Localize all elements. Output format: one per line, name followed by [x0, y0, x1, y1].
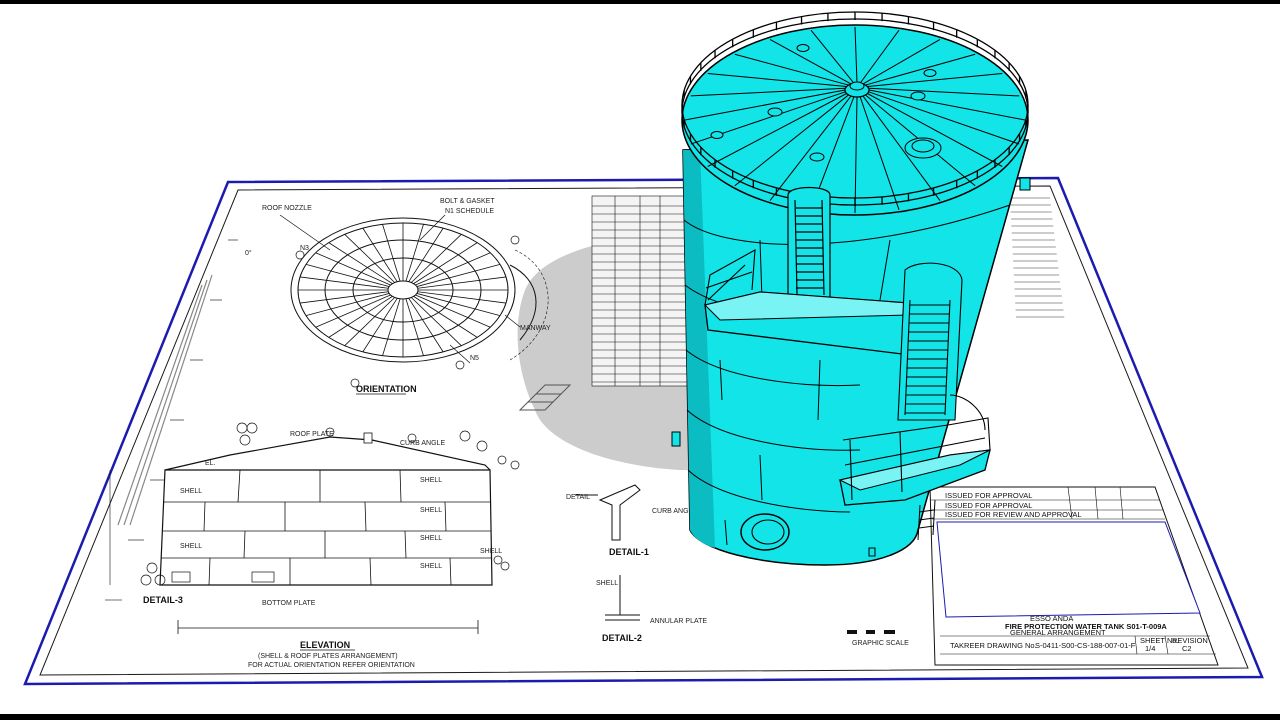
svg-text:BOLT & GASKET: BOLT & GASKET [440, 198, 495, 205]
svg-text:SHELL: SHELL [180, 543, 202, 550]
svg-text:SHELL: SHELL [420, 477, 442, 484]
svg-text:SHELL: SHELL [480, 548, 502, 555]
svg-text:EL.: EL. [205, 460, 216, 467]
svg-text:ANNULAR PLATE: ANNULAR PLATE [650, 618, 707, 625]
side-cage-ladder [897, 262, 963, 421]
drain-nozzle [868, 547, 876, 557]
svg-text:MANWAY: MANWAY [520, 325, 551, 332]
drawing-title-2: GENERAL ARRANGEMENT [1010, 628, 1106, 637]
svg-text:N5: N5 [470, 355, 479, 362]
svg-text:ROOF NOZZLE: ROOF NOZZLE [262, 205, 312, 212]
svg-text:CURB ANGLE: CURB ANGLE [400, 440, 445, 447]
orientation-label: ORIENTATION [356, 384, 417, 394]
sheet-value: 1/4 [1145, 644, 1155, 653]
revision-value: C2 [1182, 644, 1192, 653]
svg-text:SHELL: SHELL [180, 488, 202, 495]
shell-manway [740, 513, 790, 551]
svg-text:SHELL: SHELL [596, 580, 618, 587]
svg-text:BOTTOM PLATE: BOTTOM PLATE [262, 600, 316, 607]
svg-text:N1 SCHEDULE: N1 SCHEDULE [445, 208, 494, 215]
svg-text:DETAIL: DETAIL [566, 494, 590, 501]
rev-row-3: ISSUED FOR REVIEW AND APPROVAL [945, 510, 1082, 519]
graphic-scale-label: GRAPHIC SCALE [852, 640, 909, 647]
drawing-no: S-0411-S00-CS-188-007-01-F [1035, 641, 1136, 650]
engineering-drawing-scene: ROOF NOZZLE BOLT & GASKET N1 SCHEDULE 0°… [0, 0, 1280, 720]
detail-2-label: DETAIL-2 [602, 633, 642, 643]
drawing-no-label: TAKREER DRAWING No. [950, 641, 1037, 650]
svg-text:0°: 0° [245, 249, 252, 257]
nozzle-schedule-table [591, 195, 688, 387]
svg-text:ROOF PLATE: ROOF PLATE [290, 431, 334, 438]
svg-text:SHELL: SHELL [420, 507, 442, 514]
elevation-note-1: (SHELL & ROOF PLATES ARRANGEMENT) [258, 653, 398, 660]
rev-row-2: ISSUED FOR APPROVAL [945, 501, 1032, 510]
bottom-border-bar [0, 714, 1280, 720]
svg-text:SHELL: SHELL [420, 563, 442, 570]
elevation-label: ELEVATION [300, 640, 350, 650]
svg-text:SHELL: SHELL [420, 535, 442, 542]
cage-ladder [787, 186, 831, 301]
rev-row-1: ISSUED FOR APPROVAL [945, 491, 1032, 500]
top-border-bar [0, 0, 1280, 4]
detail-1-label: DETAIL-1 [609, 547, 649, 557]
side-nozzle [1019, 177, 1031, 191]
side-nozzle-left [671, 431, 681, 447]
elevation-note-2: FOR ACTUAL ORIENTATION REFER ORIENTATION [248, 662, 415, 669]
detail-3-label: DETAIL-3 [143, 595, 183, 605]
